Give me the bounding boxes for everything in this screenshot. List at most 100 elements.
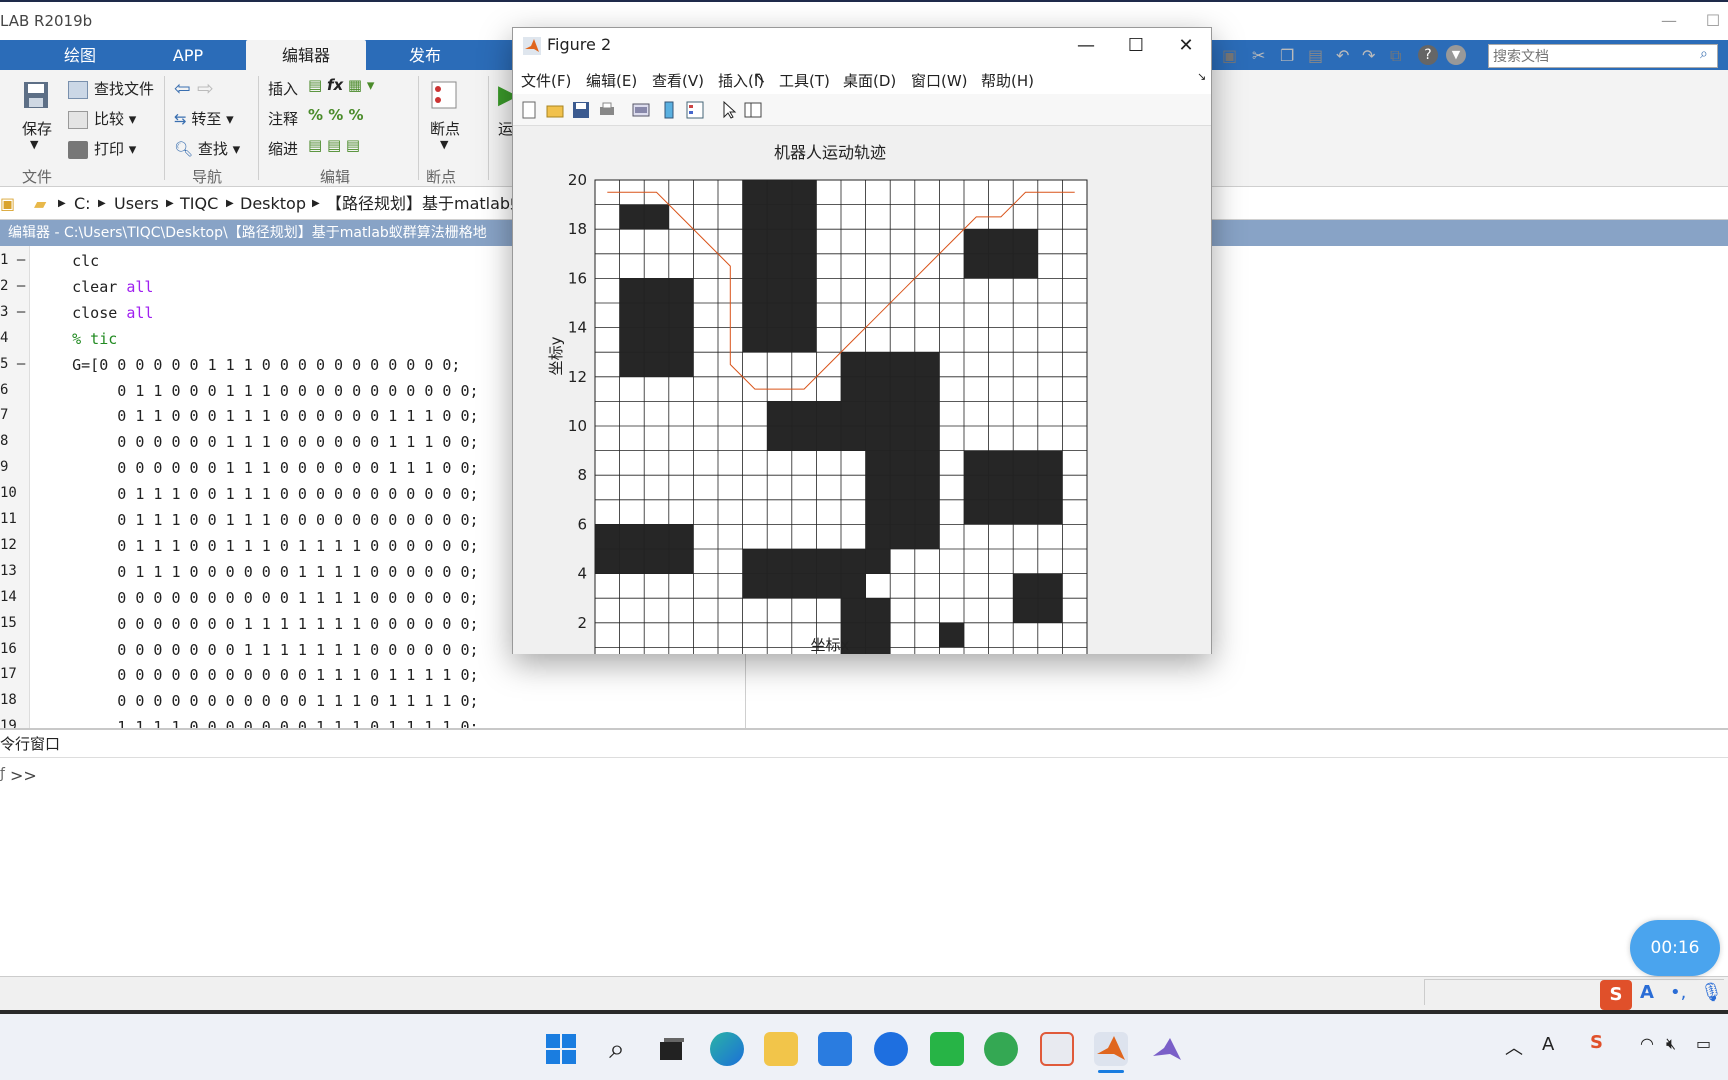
code-line[interactable]: 0 1 1 0 0 0 1 1 1 0 0 0 0 0 0 1 1 1 0 0;	[36, 407, 478, 425]
snipping-tool-icon[interactable]	[1040, 1032, 1074, 1066]
matlab-alt-icon[interactable]	[1150, 1032, 1184, 1066]
path-segment-users[interactable]: Users	[114, 188, 159, 220]
code-line[interactable]: 0 1 1 1 0 0 1 1 1 0 0 0 0 0 0 0 0 0 0 0;	[36, 485, 478, 503]
figure-minimize-button[interactable]: —	[1063, 32, 1109, 60]
volume-muted-icon[interactable]: 🔇︎	[1666, 1034, 1676, 1054]
indent-icon[interactable]: ▤ ▤ ▤	[308, 136, 360, 154]
dock-arrow-icon[interactable]: ↘	[1197, 70, 1206, 83]
code-line[interactable]: 0 0 0 0 0 0 0 0 0 0 0 1 1 1 0 1 1 1 1 0;	[36, 666, 478, 684]
indent-button[interactable]: 缩进	[268, 138, 298, 159]
breakpoints-button[interactable]: 断点	[430, 118, 460, 139]
find-button[interactable]: 🔍︎ 查找 ▾	[174, 138, 240, 159]
redo-icon[interactable]: ↷	[1362, 46, 1375, 65]
menu-view[interactable]: 查看(V)	[652, 70, 704, 91]
tab-publish[interactable]: 发布	[380, 40, 470, 70]
code-line[interactable]: 0 0 0 0 0 0 0 0 0 0 0 1 1 1 0 1 1 1 1 0;	[36, 692, 478, 710]
cut-icon[interactable]: ✂	[1252, 46, 1265, 65]
save-figure-icon[interactable]	[571, 100, 591, 120]
ime-punct-icon[interactable]: •,	[1670, 982, 1686, 1003]
code-line[interactable]: 0 0 0 0 0 0 0 1 1 1 1 1 1 1 0 0 0 0 0 0;	[36, 641, 478, 659]
wifi-icon[interactable]: ◠	[1640, 1034, 1654, 1053]
colorbar-icon[interactable]	[659, 100, 679, 120]
code-line[interactable]: clear all	[36, 278, 153, 296]
path-segment-drive[interactable]: C:	[74, 188, 91, 220]
open-file-icon[interactable]	[545, 100, 565, 120]
matlab-icon[interactable]	[1094, 1032, 1128, 1066]
insert-section-icon[interactable]: ▤ fx ▦ ▾	[308, 76, 374, 94]
sogou-tray-icon[interactable]: S	[1590, 1032, 1603, 1053]
comment-percent-icon[interactable]: % % %	[308, 106, 364, 124]
pointer-icon[interactable]	[719, 100, 739, 120]
code-line[interactable]: clc	[36, 252, 99, 270]
compare-button[interactable]: 比较 ▾	[68, 108, 136, 129]
start-windows-icon[interactable]	[544, 1032, 578, 1066]
tab-plots[interactable]: 绘图	[40, 40, 120, 70]
code-line[interactable]: 0 0 0 0 0 0 1 1 1 0 0 0 0 0 0 1 1 1 0 0;	[36, 459, 478, 477]
microphone-icon[interactable]: 🎙︎	[1700, 982, 1723, 1003]
legend-icon[interactable]	[685, 100, 705, 120]
print-figure-icon[interactable]	[597, 100, 617, 120]
switch-windows-icon[interactable]: ⧉	[1390, 46, 1401, 66]
code-line[interactable]: G=[0 0 0 0 0 0 1 1 1 0 0 0 0 0 0 0 0 0 0…	[36, 356, 460, 374]
search-icon[interactable]: ⌕	[600, 1032, 634, 1066]
goto-button[interactable]: ⇆ 转至 ▾	[174, 108, 234, 129]
paste-icon[interactable]: ▤	[1308, 46, 1323, 65]
comment-button[interactable]: 注释	[268, 108, 298, 129]
save-dropdown-icon[interactable]: ▼	[30, 138, 38, 151]
menu-help[interactable]: 帮助(H)	[981, 70, 1034, 91]
edge-browser-icon[interactable]	[710, 1032, 744, 1066]
figure-close-button[interactable]: ✕	[1163, 32, 1209, 60]
copy-icon[interactable]: ❐	[1280, 46, 1294, 65]
back-arrow-icon[interactable]: ⇦ ⇨	[174, 76, 214, 100]
wechat-icon[interactable]	[930, 1032, 964, 1066]
search-docs-input[interactable]	[1488, 44, 1718, 68]
mail-icon[interactable]	[818, 1032, 852, 1066]
run-button[interactable]: 运	[498, 118, 513, 139]
sogou-ime-icon[interactable]: S	[1600, 980, 1632, 1010]
task-view-icon[interactable]	[654, 1032, 688, 1066]
tab-apps[interactable]: APP	[150, 40, 226, 70]
ime-mode-icon[interactable]: A	[1640, 982, 1654, 1003]
chevron-up-icon[interactable]: ︿	[1505, 1034, 1523, 1060]
property-inspector-icon[interactable]	[743, 100, 763, 120]
code-line[interactable]: close all	[36, 304, 153, 322]
figure-maximize-button[interactable]: ☐	[1113, 32, 1159, 60]
recording-timer[interactable]: 00:16	[1630, 920, 1720, 976]
search-icon[interactable]: ⌕	[1700, 46, 1708, 62]
app-icon[interactable]	[874, 1032, 908, 1066]
code-line[interactable]: 0 1 1 1 0 0 1 1 1 0 1 1 1 1 0 0 0 0 0 0;	[36, 537, 478, 555]
new-figure-icon[interactable]	[519, 100, 539, 120]
code-line[interactable]: % tic	[36, 330, 117, 348]
link-plot-icon[interactable]	[631, 100, 651, 120]
path-segment-desktop[interactable]: Desktop	[240, 188, 306, 220]
code-line[interactable]: 0 1 1 1 0 0 1 1 1 0 0 0 0 0 0 0 0 0 0 0;	[36, 511, 478, 529]
command-window[interactable]: ƒ >>	[0, 758, 1728, 976]
breakpoints-dropdown-icon[interactable]: ▼	[440, 138, 448, 151]
menu-tools[interactable]: 工具(T)	[779, 70, 830, 91]
maximize-button[interactable]: ☐	[1698, 8, 1728, 34]
minimize-button[interactable]: —	[1654, 8, 1684, 34]
input-indicator-icon[interactable]: A	[1542, 1034, 1554, 1055]
file-explorer-icon[interactable]	[764, 1032, 798, 1066]
tab-editor[interactable]: 编辑器	[246, 40, 366, 70]
menu-window[interactable]: 窗口(W)	[911, 70, 968, 91]
path-segment-user[interactable]: TIQC	[180, 188, 218, 220]
help-icon[interactable]: ?	[1418, 45, 1438, 65]
browser-icon[interactable]	[984, 1032, 1018, 1066]
save-quick-icon[interactable]: ▣	[1222, 46, 1237, 65]
browse-folder-icon[interactable]: ▣	[0, 188, 15, 220]
menu-file[interactable]: 文件(F)	[521, 70, 571, 91]
path-segment-project[interactable]: 【路径规划】基于matlab蚁	[326, 188, 526, 220]
code-line[interactable]: 0 0 0 0 0 0 0 1 1 1 1 1 1 1 0 0 0 0 0 0;	[36, 615, 478, 633]
menu-desktop[interactable]: 桌面(D)	[843, 70, 896, 91]
battery-icon[interactable]: ▭	[1696, 1034, 1711, 1053]
community-icon[interactable]: ▼	[1446, 45, 1466, 65]
ime-toolbar[interactable]: S A •, 🎙︎	[1600, 980, 1728, 1010]
undo-icon[interactable]: ↶	[1336, 46, 1349, 65]
find-files-button[interactable]: 查找文件	[68, 78, 154, 99]
code-line[interactable]: 0 0 0 0 0 0 1 1 1 0 0 0 0 0 0 1 1 1 0 0;	[36, 433, 478, 451]
insert-button[interactable]: 插入	[268, 78, 298, 99]
code-line[interactable]: 0 0 0 0 0 0 0 0 0 0 1 1 1 1 0 0 0 0 0 0;	[36, 589, 478, 607]
code-line[interactable]: 0 1 1 1 0 0 0 0 0 0 1 1 1 1 0 0 0 0 0 0;	[36, 563, 478, 581]
menu-edit[interactable]: 编辑(E)	[586, 70, 637, 91]
